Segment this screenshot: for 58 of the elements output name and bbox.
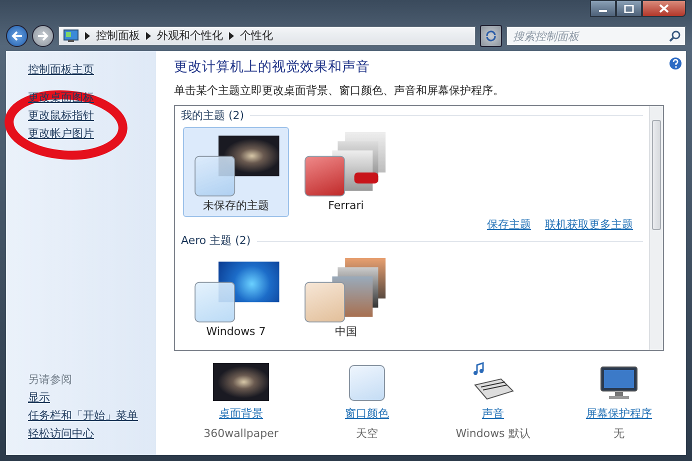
group-heading: 我的主题 (2): [181, 108, 244, 124]
help-icon[interactable]: [669, 57, 682, 70]
theme-tile[interactable]: Ferrari: [293, 127, 399, 218]
address-bar[interactable]: 控制面板 外观和个性化 个性化: [58, 26, 476, 46]
sidebar-link[interactable]: 显示: [28, 389, 50, 407]
search-icon: [669, 30, 681, 42]
refresh-button[interactable]: [480, 25, 502, 47]
close-icon: [659, 4, 669, 13]
back-button[interactable]: [6, 25, 28, 47]
setting-link[interactable]: 桌面背景: [219, 406, 263, 422]
theme-tile[interactable]: Windows 7: [183, 252, 289, 343]
arrow-left-icon: [11, 31, 23, 41]
sidebar-link[interactable]: 更改鼠标指针: [28, 107, 94, 125]
theme-name: 未保存的主题: [203, 198, 269, 214]
color-swatch: [349, 364, 385, 401]
forward-button[interactable]: [32, 25, 54, 47]
close-button[interactable]: [642, 0, 686, 17]
chevron-icon: [146, 32, 151, 40]
theme-name: Ferrari: [328, 198, 364, 214]
setting-value: 360wallpaper: [204, 426, 278, 442]
sidebar-link[interactable]: 更改帐户图片: [28, 125, 94, 143]
chevron-icon: [229, 32, 234, 40]
theme-link[interactable]: 保存主题: [487, 217, 531, 234]
breadcrumb-link[interactable]: 外观和个性化: [157, 28, 223, 44]
setting-value: 无: [614, 426, 624, 442]
theme-tile[interactable]: 中国: [293, 252, 399, 343]
chevron-icon: [85, 32, 90, 40]
maximize-icon: [624, 4, 634, 12]
search-field[interactable]: 搜索控制面板: [511, 27, 669, 45]
setting-link[interactable]: 窗口颜色: [345, 406, 389, 422]
theme-name: Windows 7: [206, 324, 266, 340]
search-box[interactable]: 搜索控制面板: [506, 26, 686, 46]
setting-value: 天空: [356, 426, 378, 442]
theme-name: 中国: [335, 324, 357, 340]
setting-link[interactable]: 声音: [482, 406, 504, 422]
minimize-button[interactable]: [590, 0, 616, 17]
description-text: 单击某个主题立即更改桌面背景、窗口颜色、声音和屏幕保护程序。: [174, 83, 505, 100]
sidebar-link[interactable]: 轻松访问中心: [28, 425, 94, 443]
theme-tile[interactable]: 未保存的主题: [183, 127, 289, 218]
maximize-button[interactable]: [616, 0, 642, 17]
theme-link[interactable]: 联机获取更多主题: [545, 217, 633, 234]
wallpaper-thumbnail: [213, 362, 269, 401]
control-panel-icon: [63, 29, 79, 43]
arrow-right-icon: [37, 31, 49, 41]
refresh-icon: [485, 30, 497, 42]
sidebar-link[interactable]: 任务栏和「开始」菜单: [28, 407, 138, 425]
scrollbar-thumb[interactable]: [652, 120, 661, 230]
breadcrumb-link[interactable]: 个性化: [240, 28, 273, 44]
page-title: 更改计算机上的视觉效果和声音: [174, 59, 370, 76]
scrollbar[interactable]: [649, 106, 663, 350]
section-heading: 另请参阅: [28, 372, 72, 388]
group-heading: Aero 主题 (2): [181, 233, 251, 250]
breadcrumb-link[interactable]: 控制面板: [96, 28, 140, 44]
music-keyboard-icon: [471, 360, 515, 401]
monitor-icon: [599, 364, 639, 401]
setting-link[interactable]: 屏幕保护程序: [586, 406, 652, 422]
sidebar-link[interactable]: 控制面板主页: [28, 61, 94, 79]
setting-value: Windows 默认: [456, 426, 530, 442]
